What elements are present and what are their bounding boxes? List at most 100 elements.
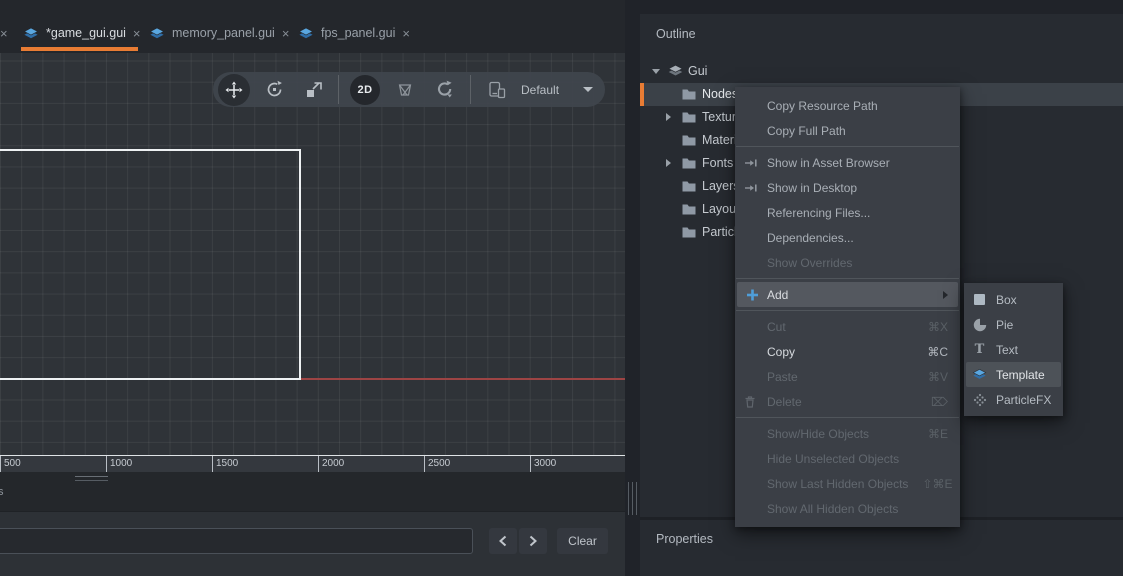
submenu-item-template[interactable]: Template	[966, 362, 1061, 387]
defold-editor-window: × *game_gui.gui × memory_panel.gui × fps…	[0, 0, 1123, 576]
menu-item-label: Dependencies...	[767, 231, 854, 245]
tree-row-label: Nodes	[702, 87, 738, 101]
submenu-item-label: Pie	[996, 318, 1013, 332]
tab-game-gui[interactable]: *game_gui.gui ×	[23, 21, 141, 45]
rotate-tool-button[interactable]	[262, 80, 286, 99]
menu-item-label: Show Last Hidden Objects	[767, 477, 908, 491]
menu-item-show-in-asset-browser[interactable]: Show in Asset Browser	[735, 150, 960, 175]
console-toolbar: Clear	[0, 511, 625, 576]
device-icon	[485, 80, 509, 99]
camera-refresh-button[interactable]	[433, 80, 457, 99]
folder-icon	[681, 110, 697, 124]
menu-item-hide-unselected-objects[interactable]: Hide Unselected Objects	[735, 446, 960, 471]
show-in-icon	[744, 182, 758, 194]
variant-dropdown[interactable]: Default	[521, 83, 559, 97]
splitter-grip-horizontal[interactable]	[75, 476, 108, 481]
chevron-right-icon	[528, 535, 538, 547]
menu-item-dependencies[interactable]: Dependencies...	[735, 225, 960, 250]
submenu-item-pie[interactable]: Pie	[964, 312, 1063, 337]
clear-console-button[interactable]: Clear	[557, 528, 608, 554]
menu-shortcut: ⌘X	[914, 320, 948, 334]
splitter-grip-vertical[interactable]	[628, 482, 637, 515]
toolbar-separator	[338, 75, 339, 104]
next-match-button[interactable]	[519, 528, 547, 554]
tree-row-gui[interactable]: Gui	[640, 60, 1123, 83]
menu-item-copy-resource-path[interactable]: Copy Resource Path	[735, 93, 960, 118]
menu-item-delete[interactable]: Delete⌦	[735, 389, 960, 414]
folder-icon	[681, 225, 697, 239]
move-icon	[225, 81, 243, 99]
menu-separator	[736, 146, 959, 147]
move-tool-button[interactable]	[218, 74, 250, 106]
rotate-icon	[265, 80, 284, 99]
submenu-arrow-icon	[943, 291, 948, 299]
menu-item-show-in-desktop[interactable]: Show in Desktop	[735, 175, 960, 200]
tab-close-icon[interactable]: ×	[133, 27, 141, 40]
viewport-toolbar: 2D Default	[213, 72, 605, 107]
menu-item-show-overrides[interactable]: Show Overrides	[735, 250, 960, 275]
chevron-left-icon	[498, 535, 508, 547]
menu-item-copy-full-path[interactable]: Copy Full Path	[735, 118, 960, 143]
gui-scene-icon	[667, 64, 684, 78]
menu-item-paste[interactable]: Paste⌘V	[735, 364, 960, 389]
menu-separator	[736, 310, 959, 311]
menu-item-add[interactable]: Add	[737, 282, 958, 307]
bottom-panel: s Clear	[0, 472, 625, 576]
selection-bar	[640, 83, 644, 106]
gui-file-icon	[23, 27, 39, 40]
ruler-tick: 3000	[530, 456, 531, 472]
folder-icon	[681, 156, 697, 170]
prev-match-button[interactable]	[489, 528, 517, 554]
ruler-tick: 1000	[106, 456, 107, 472]
menu-item-cut[interactable]: Cut ⌘X	[735, 314, 960, 339]
refresh-icon	[435, 80, 455, 99]
particlefx-icon	[972, 393, 987, 407]
menu-item-label: Add	[767, 288, 788, 302]
frustum-icon	[396, 81, 414, 98]
submenu-item-text[interactable]: T Text	[964, 337, 1063, 362]
trash-icon	[744, 395, 756, 408]
box-icon	[972, 293, 987, 306]
editor-left-region: × *game_gui.gui × memory_panel.gui × fps…	[0, 0, 625, 576]
folder-icon	[681, 133, 697, 147]
menu-item-label: Cut	[767, 320, 786, 334]
scale-tool-button[interactable]	[302, 81, 326, 99]
tab-memory-panel[interactable]: memory_panel.gui ×	[149, 21, 289, 45]
submenu-item-particlefx[interactable]: ParticleFX	[964, 387, 1063, 412]
frustum-culling-button[interactable]	[393, 81, 417, 98]
menu-shortcut: ⌘E	[914, 427, 948, 441]
chevron-down-icon[interactable]	[583, 87, 593, 92]
disclosure-right-icon[interactable]	[666, 159, 671, 167]
menu-item-label: Paste	[767, 370, 798, 384]
submenu-item-label: Text	[996, 343, 1018, 357]
menu-shortcut: ⇧⌘E	[908, 477, 952, 491]
scene-viewport[interactable]: 2D Default 500 1000 1500 2000	[0, 53, 625, 472]
menu-item-show-last-hidden-objects[interactable]: Show Last Hidden Objects⇧⌘E	[735, 471, 960, 496]
partial-panel-label: s	[0, 486, 4, 498]
template-icon	[972, 368, 987, 381]
disclosure-right-icon[interactable]	[666, 113, 671, 121]
toolbar-separator	[470, 75, 471, 104]
gui-file-icon	[149, 27, 165, 40]
disclosure-down-icon[interactable]	[652, 69, 660, 74]
plus-icon	[746, 288, 759, 301]
2d-mode-button[interactable]: 2D	[350, 75, 380, 105]
partial-tab-close-icon[interactable]: ×	[0, 27, 8, 40]
console-filter-input[interactable]	[0, 528, 473, 554]
ruler-tick: 500	[0, 456, 1, 472]
menu-item-copy[interactable]: Copy⌘C	[735, 339, 960, 364]
tree-row-label: Fonts	[702, 156, 733, 170]
menu-item-show-hide-objects[interactable]: Show/Hide Objects⌘E	[735, 421, 960, 446]
tab-fps-panel[interactable]: fps_panel.gui ×	[298, 21, 410, 45]
tab-close-icon[interactable]: ×	[282, 27, 290, 40]
submenu-item-box[interactable]: Box	[964, 287, 1063, 312]
menu-item-label: Copy Full Path	[767, 124, 846, 138]
horizontal-ruler: 500 1000 1500 2000 2500 3000	[0, 455, 625, 472]
menu-item-label: Delete	[767, 395, 802, 409]
context-menu: Copy Resource Path Copy Full Path Show i…	[735, 87, 960, 527]
ruler-tick: 2000	[318, 456, 319, 472]
menu-item-referencing-files[interactable]: Referencing Files...	[735, 200, 960, 225]
folder-icon	[681, 202, 697, 216]
menu-item-show-all-hidden-objects[interactable]: Show All Hidden Objects	[735, 496, 960, 521]
tab-close-icon[interactable]: ×	[402, 27, 410, 40]
